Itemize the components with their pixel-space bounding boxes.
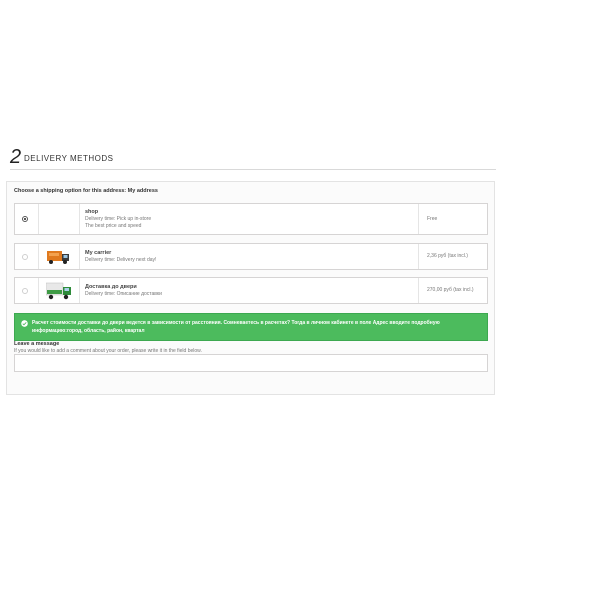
carrier-price-cell: 270,00 руб (tax incl.) — [418, 278, 487, 303]
carrier-name: My carrier — [85, 250, 112, 256]
carrier-logo-cell — [38, 244, 80, 269]
delivery-step-header: 2 DELIVERY METHODS — [10, 147, 496, 170]
carrier-delivery-time: Delivery time: Delivery next day! — [85, 257, 157, 263]
carrier-price: Free — [427, 216, 438, 222]
carrier-info: shop Delivery time: Pick up in-store The… — [85, 208, 151, 230]
carrier-price: 270,00 руб (tax incl.) — [427, 287, 474, 293]
step-title: DELIVERY METHODS — [24, 154, 114, 163]
check-circle-icon — [21, 320, 28, 327]
carrier-info: Доставка до двери Delivery time: Описани… — [85, 283, 162, 298]
carrier-name: shop — [85, 209, 99, 215]
carrier-row-door-delivery[interactable]: Доставка до двери Delivery time: Описани… — [14, 277, 488, 304]
radio-cell — [15, 204, 38, 234]
step-number: 2 — [10, 146, 22, 168]
carrier-row-my-carrier[interactable]: My carrier Delivery time: Delivery next … — [14, 243, 488, 270]
carrier-radio-door-delivery[interactable] — [22, 288, 28, 294]
carrier-delivery-time: Delivery time: Pick up in-store — [85, 216, 152, 222]
shipping-info-alert: Расчет стоимости доставки до двери ведет… — [14, 313, 488, 341]
carrier-name: Доставка до двери — [85, 284, 137, 290]
alert-text: Расчет стоимости доставки до двери ведет… — [32, 320, 440, 334]
order-message-field[interactable] — [14, 354, 488, 372]
carrier-price-cell: Free — [418, 204, 487, 234]
choose-shipping-label: Choose a shipping option for this addres… — [14, 188, 158, 194]
carrier-radio-shop[interactable] — [22, 216, 28, 222]
carrier-row-shop[interactable]: shop Delivery time: Pick up in-store The… — [14, 203, 488, 235]
carrier-price: 2,36 руб (tax incl.) — [427, 253, 468, 259]
carrier-delivery-time: Delivery time: Описание доставки — [85, 291, 162, 297]
radio-cell — [15, 244, 38, 269]
carrier-radio-my-carrier[interactable] — [22, 254, 28, 260]
orange-truck-icon — [47, 251, 69, 264]
carrier-logo-cell — [38, 204, 80, 234]
delivery-options-panel: Choose a shipping option for this addres… — [6, 181, 495, 395]
green-truck-icon — [46, 282, 71, 300]
leave-message-title: Leave a message — [14, 341, 60, 347]
carrier-logo-cell — [38, 278, 80, 303]
carrier-info: My carrier Delivery time: Delivery next … — [85, 249, 156, 264]
carrier-price-cell: 2,36 руб (tax incl.) — [418, 244, 487, 269]
radio-cell — [15, 278, 38, 303]
carrier-description: The best price and speed — [85, 223, 142, 229]
